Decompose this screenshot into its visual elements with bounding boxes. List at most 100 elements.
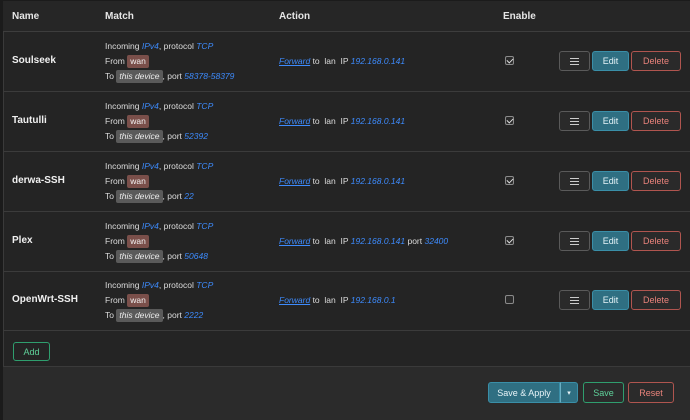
rule-match: Incoming IPv4, protocol TCP From wan To … xyxy=(105,39,234,84)
ip-label: IP xyxy=(340,236,349,246)
drag-menu-button[interactable] xyxy=(559,51,590,71)
family-value: IPv4 xyxy=(141,41,159,51)
protocol-value: TCP xyxy=(196,101,214,111)
zone-lan: lan xyxy=(324,295,336,305)
to-word: to xyxy=(312,116,320,126)
menu-icon xyxy=(570,296,579,304)
enable-checkbox[interactable] xyxy=(505,56,514,65)
protocol-label: , protocol xyxy=(158,101,194,111)
rule-action: Forward to lan IP 192.168.0.141 xyxy=(279,176,405,186)
ip-value: 192.168.0.141 xyxy=(350,236,406,246)
edit-button[interactable]: Edit xyxy=(592,171,629,191)
ip-label: IP xyxy=(340,176,349,186)
delete-button[interactable]: Delete xyxy=(631,171,681,191)
table-row: Soulseek Incoming IPv4, protocol TCP Fro… xyxy=(3,31,690,92)
ip-value: 192.168.0.141 xyxy=(350,56,406,66)
to-label: To xyxy=(105,191,114,201)
enable-checkbox[interactable] xyxy=(505,295,514,304)
family-value: IPv4 xyxy=(141,101,159,111)
drag-menu-button[interactable] xyxy=(559,171,590,191)
port-label: , port xyxy=(162,251,182,261)
save-apply-button[interactable]: Save & Apply xyxy=(488,382,560,403)
rule-name: derwa-SSH xyxy=(12,175,65,186)
col-action: Action xyxy=(279,11,311,22)
add-button[interactable]: Add xyxy=(13,342,50,361)
zone-badge-wan: wan xyxy=(127,55,149,68)
port-label: , port xyxy=(162,191,182,201)
col-match: Match xyxy=(105,11,134,22)
drag-menu-button[interactable] xyxy=(559,231,590,251)
forward-link[interactable]: Forward xyxy=(279,295,310,305)
forward-link[interactable]: Forward xyxy=(279,176,310,186)
zone-lan: lan xyxy=(324,176,336,186)
protocol-label: , protocol xyxy=(158,221,194,231)
zone-badge-device: this device xyxy=(116,250,163,263)
rule-match: Incoming IPv4, protocol TCP From wan To … xyxy=(105,159,213,204)
enable-checkbox[interactable] xyxy=(505,116,514,125)
port-label: , port xyxy=(162,131,182,141)
forward-link[interactable]: Forward xyxy=(279,56,310,66)
col-enable: Enable xyxy=(503,11,536,22)
edit-button[interactable]: Edit xyxy=(592,51,629,71)
protocol-value: TCP xyxy=(196,161,214,171)
table-row: Plex Incoming IPv4, protocol TCP From wa… xyxy=(3,211,690,272)
to-word: to xyxy=(312,176,320,186)
rule-name: OpenWrt-SSH xyxy=(12,294,78,305)
rule-action: Forward to lan IP 192.168.0.141 xyxy=(279,56,405,66)
forward-link[interactable]: Forward xyxy=(279,236,310,246)
ip-label: IP xyxy=(340,295,349,305)
forward-link[interactable]: Forward xyxy=(279,116,310,126)
save-apply-dropdown[interactable]: ▾ xyxy=(560,382,578,403)
edit-button[interactable]: Edit xyxy=(592,231,629,251)
incoming-label: Incoming xyxy=(105,161,140,171)
ip-value: 192.168.0.1 xyxy=(350,295,396,305)
port-value: 58378-58379 xyxy=(184,71,235,81)
rule-match: Incoming IPv4, protocol TCP From wan To … xyxy=(105,219,213,264)
protocol-value: TCP xyxy=(196,41,214,51)
enable-checkbox[interactable] xyxy=(505,176,514,185)
delete-button[interactable]: Delete xyxy=(631,290,681,310)
rule-action: Forward to lan IP 192.168.0.1 xyxy=(279,295,396,305)
table-row: derwa-SSH Incoming IPv4, protocol TCP Fr… xyxy=(3,151,690,212)
edit-button[interactable]: Edit xyxy=(592,290,629,310)
from-label: From xyxy=(105,56,125,66)
family-value: IPv4 xyxy=(141,161,159,171)
port-label: , port xyxy=(162,71,182,81)
menu-icon xyxy=(570,177,579,185)
to-word: to xyxy=(312,56,320,66)
zone-badge-device: this device xyxy=(116,70,163,83)
menu-icon xyxy=(570,237,579,245)
table-row: Tautulli Incoming IPv4, protocol TCP Fro… xyxy=(3,91,690,152)
delete-button[interactable]: Delete xyxy=(631,51,681,71)
zone-lan: lan xyxy=(324,116,336,126)
reset-button[interactable]: Reset xyxy=(628,382,674,403)
save-button[interactable]: Save xyxy=(583,382,624,403)
incoming-label: Incoming xyxy=(105,101,140,111)
to-label: To xyxy=(105,310,114,320)
incoming-label: Incoming xyxy=(105,221,140,231)
ip-label: IP xyxy=(340,116,349,126)
drag-menu-button[interactable] xyxy=(559,290,590,310)
to-label: To xyxy=(105,251,114,261)
from-label: From xyxy=(105,176,125,186)
zone-lan: lan xyxy=(324,236,336,246)
port-value: 52392 xyxy=(184,131,208,141)
menu-icon xyxy=(570,117,579,125)
zone-badge-device: this device xyxy=(116,309,163,322)
rule-match: Incoming IPv4, protocol TCP From wan To … xyxy=(105,99,213,144)
rule-action: Forward to lan IP 192.168.0.141 xyxy=(279,116,405,126)
zone-badge-wan: wan xyxy=(127,294,149,307)
from-label: From xyxy=(105,116,125,126)
table-row: OpenWrt-SSH Incoming IPv4, protocol TCP … xyxy=(3,270,690,331)
port-value: 2222 xyxy=(184,310,204,320)
delete-button[interactable]: Delete xyxy=(631,231,681,251)
drag-menu-button[interactable] xyxy=(559,111,590,131)
from-label: From xyxy=(105,295,125,305)
protocol-value: TCP xyxy=(196,221,214,231)
edit-button[interactable]: Edit xyxy=(592,111,629,131)
enable-checkbox[interactable] xyxy=(505,236,514,245)
delete-button[interactable]: Delete xyxy=(631,111,681,131)
family-value: IPv4 xyxy=(141,221,159,231)
table-header: Name Match Action Enable xyxy=(3,1,690,32)
to-word: to xyxy=(312,295,320,305)
